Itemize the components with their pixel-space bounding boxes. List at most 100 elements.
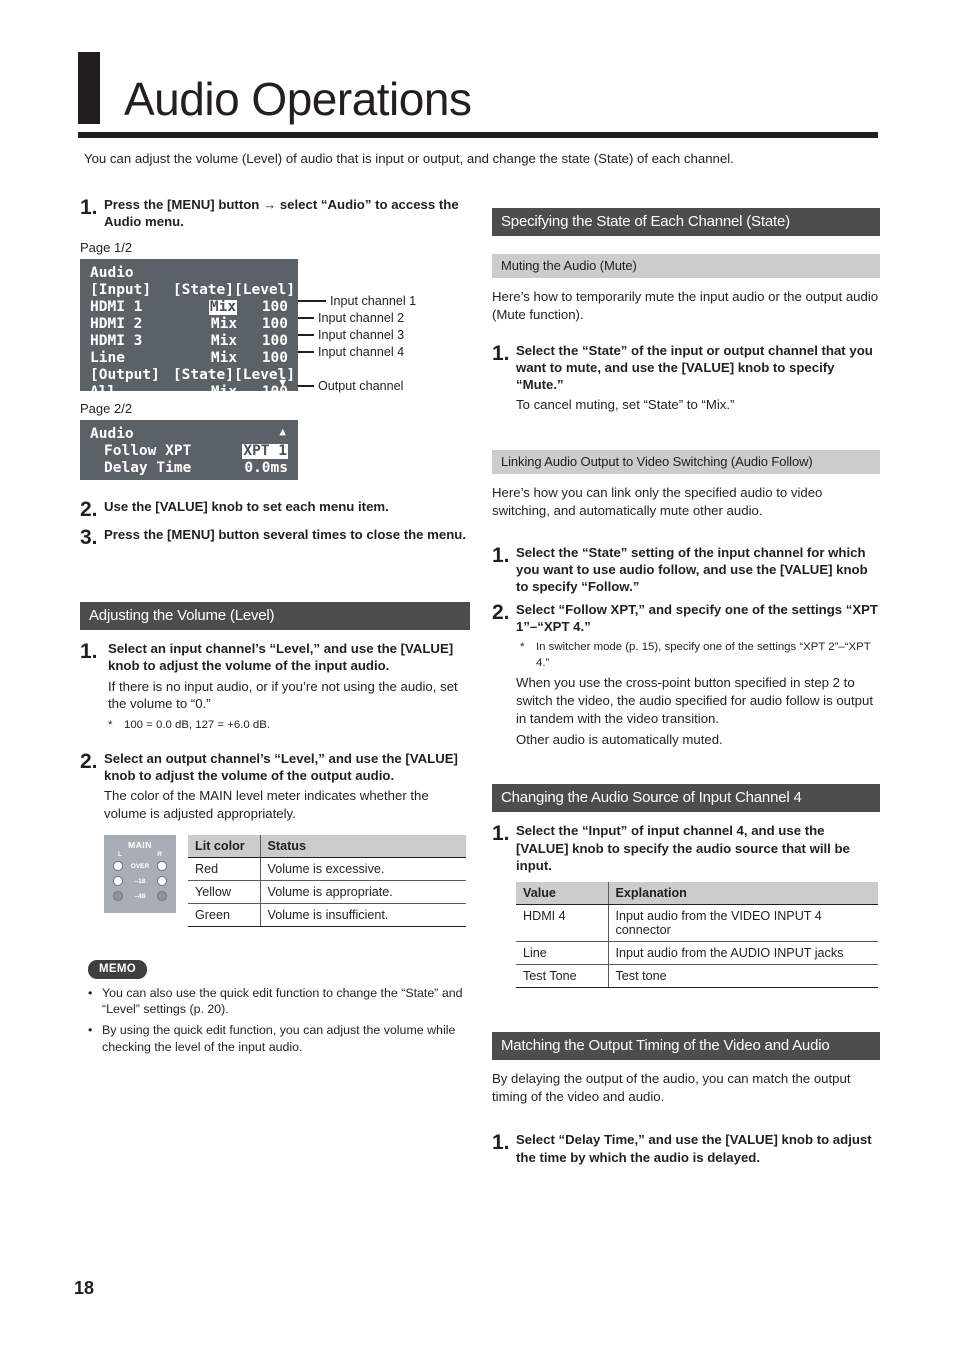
step-text: Press the [MENU] button several times to…	[104, 527, 467, 543]
step-2-value-knob: 2. Use the [VALUE] knob to set each menu…	[80, 498, 470, 520]
title-divider	[78, 132, 878, 138]
lcd-header-state: [State]	[172, 282, 234, 299]
lcd-row-follow-xpt[interactable]: Follow XPT XPT 1	[90, 443, 288, 460]
step-subtext: Other audio is automatically muted.	[516, 731, 723, 747]
step-text: Select the “State” of the input or outpu…	[516, 342, 873, 392]
table-cell-color: Green	[188, 903, 260, 927]
step-text: Select the “Input” of input channel 4, a…	[516, 823, 850, 873]
step-number: 1.	[80, 640, 98, 664]
lcd-item-label: Follow XPT	[104, 443, 192, 460]
meter-label-left: L	[118, 850, 122, 858]
lcd-channel-level: 100	[261, 316, 289, 333]
memo-item-text: You can also use the quick edit function…	[102, 985, 463, 1017]
led-indicator	[113, 876, 123, 887]
callout-input-2: Input channel 2	[298, 311, 404, 325]
lcd-display-page-1: Audio [Input] [State] [Level] HDMI 1 Mix…	[80, 259, 298, 400]
table-header-cell: Explanation	[607, 881, 878, 905]
callout-input-3: Input channel 3	[298, 328, 404, 342]
lcd-channel-name: Line	[90, 350, 125, 367]
memo-block: MEMO • You can also use the quick edit f…	[88, 959, 470, 1056]
lcd-channel-level: 100	[261, 350, 289, 367]
subsection-heading-audio-follow: Linking Audio Output to Video Switching …	[492, 449, 880, 474]
step-number: 1.	[492, 822, 510, 846]
memo-list: • You can also use the quick edit functi…	[88, 985, 470, 1056]
section-heading-state: Specifying the State of Each Channel (St…	[492, 208, 880, 236]
callout-label: Input channel 4	[318, 345, 405, 360]
step-number: 1.	[492, 341, 510, 365]
callout-label: Input channel 1	[330, 294, 417, 309]
volume-step-2: 2. Select an output channel’s “Level,” a…	[80, 750, 470, 823]
table-cell-color: Red	[188, 857, 260, 881]
meter-title: MAIN	[128, 839, 152, 850]
lcd-channel-level: 100	[261, 333, 289, 350]
step-text: Use the [VALUE] knob to set each menu it…	[104, 499, 389, 515]
section-heading-volume: Adjusting the Volume (Level)	[80, 602, 470, 631]
audio-follow-step-2: 2. Select “Follow XPT,” and specify one …	[492, 601, 880, 748]
table-cell-explanation: Input audio from the VIDEO INPUT 4 conne…	[607, 904, 878, 942]
step-number: 1.	[492, 1131, 510, 1155]
output-timing-step-1: 1. Select “Delay Time,” and use the [VAL…	[492, 1131, 880, 1165]
page-header: Audio Operations	[78, 52, 878, 138]
table-row: Green Volume is insufficient.	[188, 903, 466, 927]
list-item: • By using the quick edit function, you …	[88, 1022, 470, 1055]
scroll-up-icon[interactable]: ▲	[279, 426, 286, 437]
step-subtext: If there is no input audio, or if you’re…	[108, 678, 458, 712]
lcd-row-input-1[interactable]: HDMI 1 Mix 100	[90, 299, 288, 316]
table-header-cell: Status	[259, 834, 466, 858]
section-heading-audio-source: Changing the Audio Source of Input Chann…	[492, 784, 880, 813]
table-header-cell: Lit color	[188, 834, 260, 858]
audio-follow-paragraph: Here’s how you can link only the specifi…	[492, 484, 823, 518]
lcd-row-input-4[interactable]: Line Mix 100	[90, 350, 288, 367]
callout-line	[298, 300, 326, 303]
lcd-row-input-2[interactable]: HDMI 2 Mix 100	[90, 316, 288, 333]
page-number: 18	[74, 1278, 95, 1298]
footnote: * In switcher mode (p. 15), specify one …	[520, 640, 880, 671]
table-header-row: Value Explanation	[516, 881, 878, 905]
led-indicator	[113, 861, 123, 872]
step-number: 1.	[492, 543, 510, 567]
table-row: HDMI 4 Input audio from the VIDEO INPUT …	[516, 904, 878, 942]
output-timing-paragraph: By delaying the output of the audio, you…	[492, 1070, 851, 1104]
page-label-1: Page 1/2	[80, 240, 133, 256]
meter-row-minus48: –48	[113, 889, 167, 904]
callout-output: Output channel	[298, 379, 403, 393]
step-number: 2.	[492, 601, 510, 624]
lcd-row-input-3[interactable]: HDMI 3 Mix 100	[90, 333, 288, 350]
led-indicator	[113, 891, 123, 902]
lit-color-table: Lit color Status Red Volume is excessive…	[188, 834, 466, 927]
scroll-down-icon[interactable]: ▼	[279, 377, 286, 388]
meter-scale-label: –18	[134, 877, 146, 885]
lcd-title: Audio	[90, 265, 134, 282]
table-cell-value: Line	[516, 941, 608, 965]
bullet-icon: •	[88, 1023, 93, 1038]
step-text: Select an input channel’s “Level,” and u…	[108, 641, 454, 674]
step-subtext: To cancel muting, set “State” to “Mix.”	[516, 397, 735, 413]
audio-follow-step-1: 1. Select the “State” setting of the inp…	[492, 544, 880, 595]
audio-source-step-1: 1. Select the “Input” of input channel 4…	[492, 822, 880, 988]
left-column: 1. Press the [MENU] button → select “Aud…	[80, 196, 470, 1060]
table-row: Yellow Volume is appropriate.	[188, 880, 466, 904]
callout-label: Input channel 2	[318, 311, 405, 326]
list-item: • You can also use the quick edit functi…	[88, 985, 470, 1018]
table-row: Red Volume is excessive.	[188, 857, 466, 881]
step-subtext: The color of the MAIN level meter indica…	[104, 787, 429, 821]
title-accent-bar	[78, 52, 100, 124]
lcd-row-delay-time[interactable]: Delay Time 0.0ms	[90, 460, 288, 477]
table-cell-explanation: Input audio from the AUDIO INPUT jacks	[607, 941, 878, 965]
step-text: Select “Follow XPT,” and specify one of …	[516, 602, 878, 635]
step-text: Select the “State” setting of the input …	[516, 544, 868, 594]
led-indicator	[156, 876, 167, 887]
meter-row-over: OVER	[113, 859, 167, 874]
table-row: Line Input audio from the AUDIO INPUT ja…	[516, 941, 878, 965]
memo-item-text: By using the quick edit function, you ca…	[102, 1023, 456, 1054]
lcd-title: Audio	[90, 426, 134, 443]
footnote: * 100 = 0.0 dB, 127 = +6.0 dB.	[108, 718, 470, 733]
lcd-row-output[interactable]: All Mix 100	[90, 384, 288, 401]
lcd-callout-group: Input channel 1 Input channel 2 Input ch…	[298, 259, 508, 393]
footnote-text: 100 = 0.0 dB, 127 = +6.0 dB.	[124, 719, 270, 732]
table-cell-value: Test Tone	[516, 964, 608, 988]
callout-label: Output channel	[318, 379, 404, 394]
lcd-channel-state: Mix	[210, 316, 238, 333]
step-1-menu: 1. Press the [MENU] button → select “Aud…	[80, 196, 470, 230]
page-title: Audio Operations	[124, 73, 472, 125]
